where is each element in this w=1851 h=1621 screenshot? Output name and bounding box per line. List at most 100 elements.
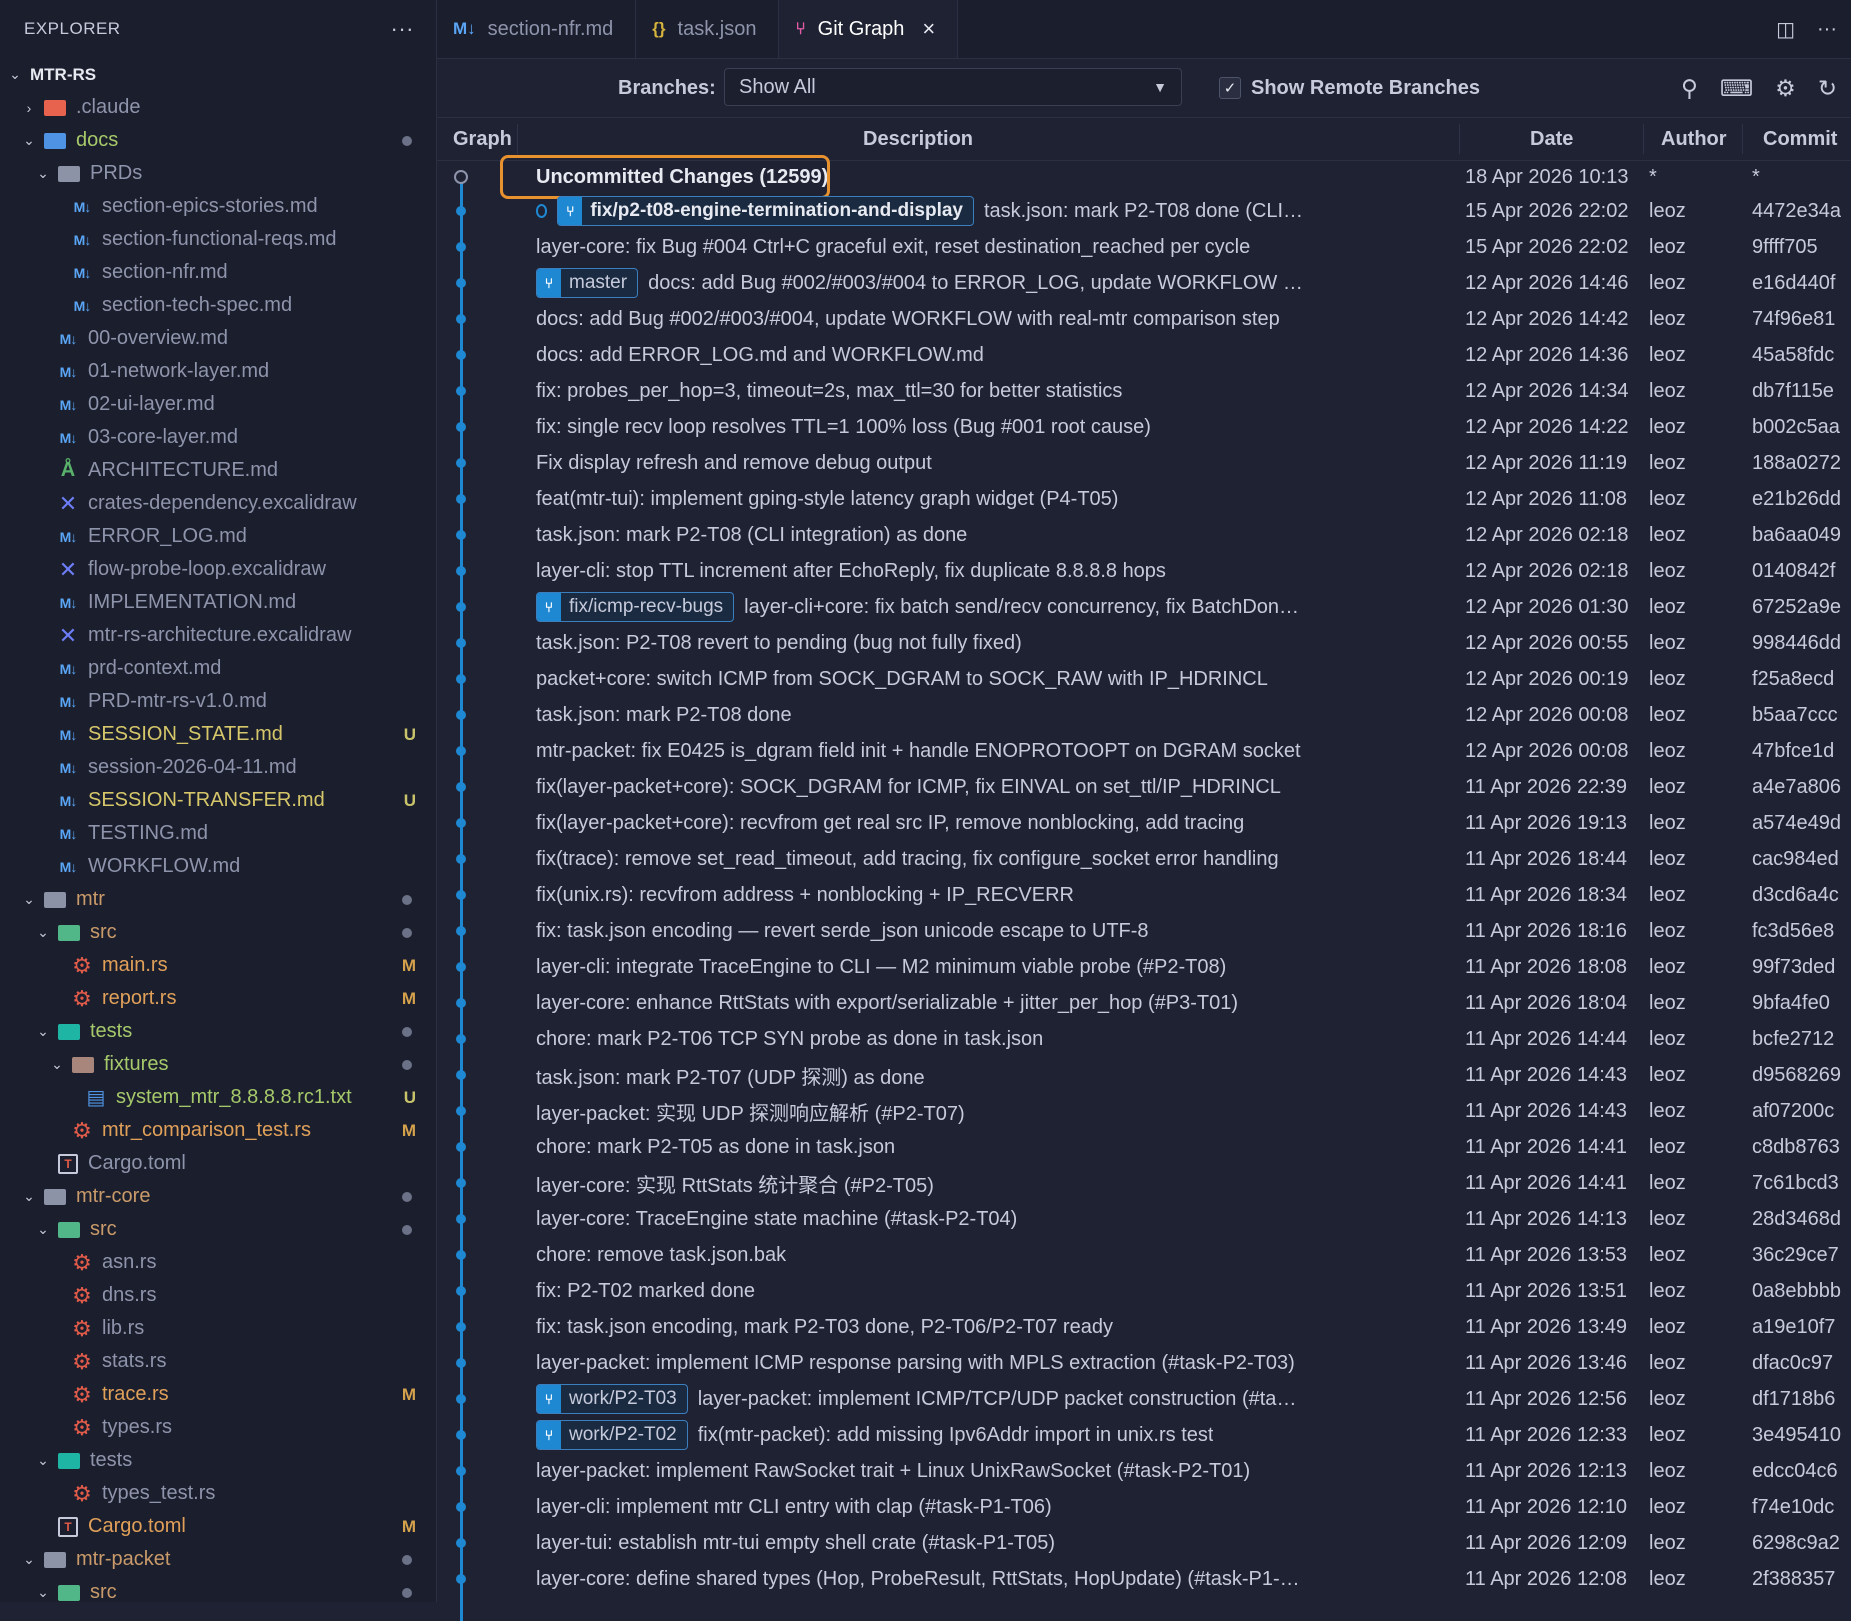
chevron-down-icon[interactable]: ⌄ [20, 1188, 38, 1205]
tree-item[interactable]: ⌄ src [0, 1576, 436, 1602]
commit-row[interactable]: layer-tui: establish mtr-tui empty shell… [437, 1525, 1851, 1561]
commit-row[interactable]: fix: probes_per_hop=3, timeout=2s, max_t… [437, 373, 1851, 409]
commit-row[interactable]: layer-core: TraceEngine state machine (#… [437, 1201, 1851, 1237]
tab-git-graph[interactable]: ⑂ Git Graph × [779, 0, 959, 58]
tree-item[interactable]: ⚙ stats.rs [0, 1345, 436, 1378]
commit-row[interactable]: layer-packet: implement ICMP response pa… [437, 1345, 1851, 1381]
commit-row[interactable]: packet+core: switch ICMP from SOCK_DGRAM… [437, 661, 1851, 697]
show-remote-branches-toggle[interactable]: ✓ Show Remote Branches [1219, 77, 1480, 100]
tree-item[interactable]: ⌄ MTR-RS [0, 58, 436, 91]
split-editor-icon[interactable]: ◫ [1776, 17, 1795, 42]
tree-item[interactable]: ⌄ mtr [0, 883, 436, 916]
tree-item[interactable]: ⌄ mtr-core [0, 1180, 436, 1213]
tab-section-nfr[interactable]: M↓ section-nfr.md [437, 0, 637, 58]
column-divider[interactable] [1643, 124, 1644, 154]
branch-label[interactable]: ⑂ fix/p2-t08-engine-termination-and-displ… [557, 196, 974, 226]
tree-item[interactable]: M↓ session-2026-04-11.md [0, 751, 436, 784]
column-divider[interactable] [517, 124, 518, 154]
refresh-icon[interactable]: ↻ [1818, 75, 1837, 102]
column-divider[interactable] [1459, 124, 1460, 154]
chevron-down-icon[interactable]: ⌄ [20, 132, 38, 149]
tree-item[interactable]: ⚙ mtr_comparison_test.rs M [0, 1114, 436, 1147]
close-icon[interactable]: × [922, 16, 935, 42]
tree-item[interactable]: M↓ section-nfr.md [0, 256, 436, 289]
tree-item[interactable]: M↓ SESSION_STATE.md U [0, 718, 436, 751]
chevron-down-icon[interactable]: ⌄ [48, 1056, 66, 1073]
tree-item[interactable]: M↓ 03-core-layer.md [0, 421, 436, 454]
tree-item[interactable]: ⚙ lib.rs [0, 1312, 436, 1345]
tree-item[interactable]: ✕ flow-probe-loop.excalidraw [0, 553, 436, 586]
chevron-down-icon[interactable]: ⌄ [20, 891, 38, 908]
tree-item[interactable]: T Cargo.toml M [0, 1510, 436, 1543]
tree-item[interactable]: ⌄ docs [0, 124, 436, 157]
commit-row[interactable]: chore: mark P2-T06 TCP SYN probe as done… [437, 1021, 1851, 1057]
commit-row[interactable]: layer-core: fix Bug #004 Ctrl+C graceful… [437, 229, 1851, 265]
commit-row[interactable]: layer-core: enhance RttStats with export… [437, 985, 1851, 1021]
tree-item[interactable]: M↓ PRD-mtr-rs-v1.0.md [0, 685, 436, 718]
commit-row[interactable]: fix(trace): remove set_read_timeout, add… [437, 841, 1851, 877]
tree-item[interactable]: ⌄ tests [0, 1444, 436, 1477]
branches-select[interactable]: Show All ▼ [724, 68, 1182, 106]
commit-row[interactable]: docs: add ERROR_LOG.md and WORKFLOW.md 12… [437, 337, 1851, 373]
commit-row[interactable]: task.json: mark P2-T07 (UDP 探测) as done 1… [437, 1057, 1851, 1093]
search-icon[interactable]: ⚲ [1681, 75, 1698, 102]
column-author[interactable]: Author [1661, 128, 1727, 151]
tree-item[interactable]: ⚙ types.rs [0, 1411, 436, 1444]
tree-item[interactable]: M↓ IMPLEMENTATION.md [0, 586, 436, 619]
tree-item[interactable]: ⌄ PRDs [0, 157, 436, 190]
commit-row[interactable]: feat(mtr-tui): implement gping-style lat… [437, 481, 1851, 517]
commit-row[interactable]: ⑂ work/P2-T03 layer-packet: implement ICMP… [437, 1381, 1851, 1417]
column-graph[interactable]: Graph [453, 128, 512, 151]
tree-item[interactable]: M↓ TESTING.md [0, 817, 436, 850]
tree-item[interactable]: ⚙ types_test.rs [0, 1477, 436, 1510]
tree-item[interactable]: M↓ 01-network-layer.md [0, 355, 436, 388]
commit-row[interactable]: task.json: P2-T08 revert to pending (bug… [437, 625, 1851, 661]
branch-label[interactable]: ⑂ work/P2-T03 [536, 1384, 688, 1414]
column-description[interactable]: Description [863, 128, 973, 151]
commit-row[interactable]: fix(layer-packet+core): recvfrom get rea… [437, 805, 1851, 841]
commit-row[interactable]: fix(unix.rs): recvfrom address + nonbloc… [437, 877, 1851, 913]
tree-item[interactable]: ⚙ main.rs M [0, 949, 436, 982]
tree-item[interactable]: M↓ 00-overview.md [0, 322, 436, 355]
tree-item[interactable]: ⌄ tests [0, 1015, 436, 1048]
column-commit[interactable]: Commit [1763, 128, 1837, 151]
commit-row[interactable]: task.json: mark P2-T08 done 12 Apr 2026 0… [437, 697, 1851, 733]
tree-item[interactable]: ⌄ mtr-packet [0, 1543, 436, 1576]
commit-row[interactable]: fix: task.json encoding — revert serde_j… [437, 913, 1851, 949]
commit-row[interactable]: chore: mark P2-T05 as done in task.json 1… [437, 1129, 1851, 1165]
commit-row[interactable]: fix: single recv loop resolves TTL=1 100… [437, 409, 1851, 445]
tree-item[interactable]: ⚙ trace.rs M [0, 1378, 436, 1411]
tree-item[interactable]: ⌄ fixtures [0, 1048, 436, 1081]
commit-row[interactable]: layer-cli: stop TTL increment after Echo… [437, 553, 1851, 589]
branch-label[interactable]: ⑂ work/P2-T02 [536, 1420, 688, 1450]
tree-item[interactable]: M↓ 02-ui-layer.md [0, 388, 436, 421]
tree-item[interactable]: T Cargo.toml [0, 1147, 436, 1180]
commit-row[interactable]: ⑂ work/P2-T02 fix(mtr-packet): add missing… [437, 1417, 1851, 1453]
more-actions-icon[interactable]: ··· [1817, 18, 1837, 41]
chevron-down-icon[interactable]: ⌄ [34, 1452, 52, 1469]
tree-item[interactable]: ⚙ dns.rs [0, 1279, 436, 1312]
gear-icon[interactable]: ⚙ [1775, 75, 1796, 102]
tree-item[interactable]: M↓ prd-context.md [0, 652, 436, 685]
commit-row[interactable]: docs: add Bug #002/#003/#004, update WOR… [437, 301, 1851, 337]
commit-row[interactable]: layer-packet: implement RawSocket trait … [437, 1453, 1851, 1489]
commit-row[interactable]: fix: task.json encoding, mark P2-T03 don… [437, 1309, 1851, 1345]
commit-row[interactable]: mtr-packet: fix E0425 is_dgram field ini… [437, 733, 1851, 769]
tree-item[interactable]: ✕ mtr-rs-architecture.excalidraw [0, 619, 436, 652]
chevron-down-icon[interactable]: ⌄ [34, 1584, 52, 1601]
commit-row[interactable]: ⑂ fix/p2-t08-engine-termination-and-displ… [437, 193, 1851, 229]
commit-row[interactable]: Fix display refresh and remove debug out… [437, 445, 1851, 481]
tree-item[interactable]: M↓ section-epics-stories.md [0, 190, 436, 223]
chevron-down-icon[interactable]: ⌄ [20, 1551, 38, 1568]
chevron-down-icon[interactable]: ⌄ [34, 165, 52, 182]
chevron-down-icon[interactable]: ⌄ [34, 1221, 52, 1238]
commit-row[interactable]: layer-cli: integrate TraceEngine to CLI … [437, 949, 1851, 985]
branch-label[interactable]: ⑂ fix/icmp-recv-bugs [536, 592, 735, 622]
tree-item[interactable]: M↓ section-tech-spec.md [0, 289, 436, 322]
commit-row[interactable]: layer-core: define shared types (Hop, Pr… [437, 1561, 1851, 1597]
tree-item[interactable]: ▤ system_mtr_8.8.8.8.rc1.txt U [0, 1081, 436, 1114]
commit-row[interactable]: layer-packet: 实现 UDP 探测响应解析 (#P2-T07) 11 … [437, 1093, 1851, 1129]
tree-item[interactable]: ✕ crates-dependency.excalidraw [0, 487, 436, 520]
tab-task-json[interactable]: {} task.json [636, 0, 780, 58]
commit-row[interactable]: ⑂ fix/icmp-recv-bugs layer-cli+core: fix b… [437, 589, 1851, 625]
